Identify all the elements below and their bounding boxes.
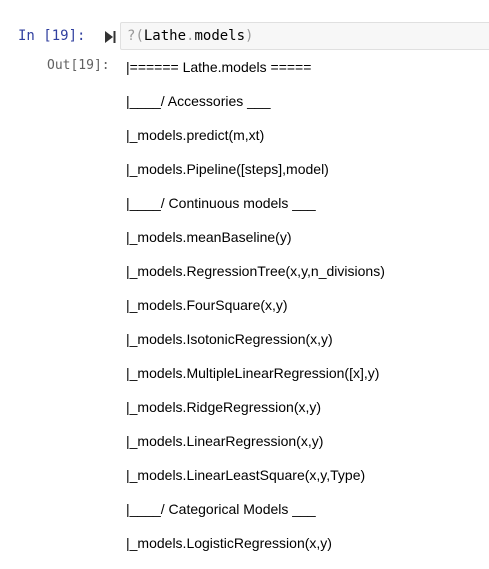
output-line: |____/ Accessories ___ (126, 93, 271, 109)
run-cell-icon[interactable] (104, 30, 116, 44)
output-line: |_models.LogisticRegression(x,y) (126, 535, 332, 551)
input-prompt: In [19]: (18, 28, 86, 44)
output-line: |_models.LinearRegression(x,y) (126, 433, 324, 449)
output-line: |====== Lathe.models ===== (126, 59, 312, 75)
code-input-area[interactable]: ?(Lathe.models) (120, 22, 489, 50)
output-area: |====== Lathe.models ===== |____/ Access… (126, 59, 385, 569)
module-name: Lathe (143, 28, 187, 44)
output-line: |_models.IsotonicRegression(x,y) (126, 331, 333, 347)
output-line: |_models.MultipleLinearRegression([x],y) (126, 365, 380, 381)
attribute-name: models (194, 28, 246, 44)
output-line: |_models.RidgeRegression(x,y) (126, 399, 322, 415)
output-prompt: Out[19]: (47, 58, 110, 73)
open-paren: ( (135, 28, 144, 44)
output-line: |____/ Categorical Models ___ (126, 501, 316, 517)
notebook-cell: In [19]: ?(Lathe.models) Out[19]: |=====… (0, 0, 489, 551)
output-line: |_models.LinearLeastSquare(x,y,Type) (126, 467, 366, 483)
output-line: |_models.meanBaseline(y) (126, 229, 292, 245)
close-paren: ) (245, 28, 254, 44)
output-line: |____/ Continuous models ___ (126, 195, 316, 211)
code-text[interactable]: ?(Lathe.models) (127, 28, 253, 44)
output-line: |_models.predict(m,xt) (126, 127, 265, 143)
output-line: |_models.Pipeline([steps],model) (126, 161, 329, 177)
output-line: |_models.FourSquare(x,y) (126, 297, 288, 313)
output-line: |_models.RegressionTree(x,y,n_divisions) (126, 263, 385, 279)
